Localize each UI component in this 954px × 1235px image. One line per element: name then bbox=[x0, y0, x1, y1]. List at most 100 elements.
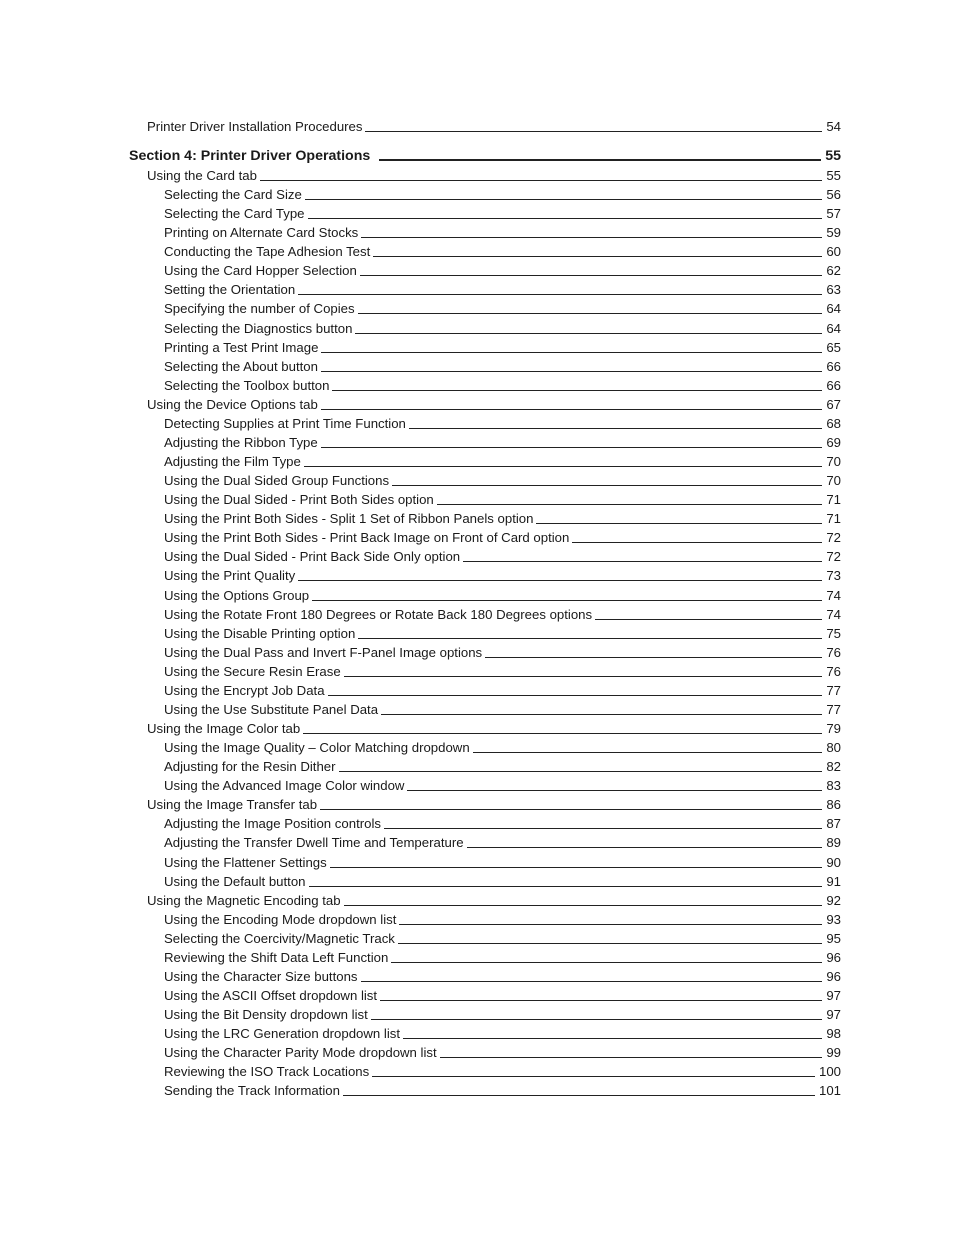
toc-entry[interactable]: Selecting the Diagnostics button 64 bbox=[164, 318, 841, 337]
toc-entry[interactable]: Adjusting for the Resin Dither 82 bbox=[164, 756, 841, 775]
toc-entry[interactable]: Using the Print Both Sides - Print Back … bbox=[164, 527, 841, 546]
toc-entry[interactable]: Specifying the number of Copies 64 bbox=[164, 298, 841, 317]
toc-leader-line bbox=[360, 980, 823, 982]
toc-leader-line bbox=[372, 1075, 815, 1077]
toc-entry-title: Selecting the About button bbox=[164, 359, 318, 374]
toc-entry[interactable]: Using the Default button 91 bbox=[164, 871, 841, 890]
toc-leader-line bbox=[332, 389, 823, 391]
toc-entry-title: Using the Bit Density dropdown list bbox=[164, 1007, 368, 1022]
toc-entry[interactable]: Selecting the Card Type 57 bbox=[164, 203, 841, 222]
toc-page-number: 67 bbox=[826, 397, 841, 412]
toc-page-number: 99 bbox=[826, 1045, 841, 1060]
toc-entry[interactable]: Adjusting the Image Position controls 87 bbox=[164, 813, 841, 832]
toc-entry[interactable]: Using the Image Color tab 79 bbox=[147, 718, 841, 737]
toc-entry[interactable]: Selecting the Toolbox button 66 bbox=[164, 375, 841, 394]
toc-page-number: 72 bbox=[826, 530, 841, 545]
toc-page-number: 79 bbox=[826, 721, 841, 736]
toc-leader-line bbox=[391, 961, 823, 963]
toc-entry[interactable]: Adjusting the Film Type 70 bbox=[164, 451, 841, 470]
toc-leader-line bbox=[329, 866, 823, 868]
toc-page-number: 72 bbox=[826, 549, 841, 564]
toc-entry[interactable]: Using the ASCII Offset dropdown list 97 bbox=[164, 985, 841, 1004]
toc-entry[interactable]: Setting the Orientation 63 bbox=[164, 279, 841, 298]
toc-page-number: 70 bbox=[826, 454, 841, 469]
toc-entry[interactable]: Selecting the Card Size 56 bbox=[164, 184, 841, 203]
toc-entry[interactable]: Printing on Alternate Card Stocks 59 bbox=[164, 222, 841, 241]
toc-entry-title: Using the Encoding Mode dropdown list bbox=[164, 912, 397, 927]
toc-page-number: 96 bbox=[826, 969, 841, 984]
toc-entry[interactable]: Using the Image Quality – Color Matching… bbox=[164, 737, 841, 756]
toc-entry[interactable]: Reviewing the ISO Track Locations 100 bbox=[164, 1061, 841, 1080]
toc-entry-title: Conducting the Tape Adhesion Test bbox=[164, 244, 371, 259]
toc-page-number: 87 bbox=[826, 816, 841, 831]
toc-entry[interactable]: Using the Rotate Front 180 Degrees or Ro… bbox=[164, 604, 841, 623]
toc-page-number: 55 bbox=[826, 168, 841, 183]
toc-page-number: 95 bbox=[826, 931, 841, 946]
toc-entry-title: Sending the Track Information bbox=[164, 1083, 340, 1098]
toc-entry[interactable]: Using the Card Hopper Selection 62 bbox=[164, 260, 841, 279]
toc-page-number: 54 bbox=[826, 119, 841, 134]
toc-entry-title: Using the Character Size buttons bbox=[164, 969, 358, 984]
toc-entry[interactable]: Selecting the Coercivity/Magnetic Track 9… bbox=[164, 928, 841, 947]
toc-entry[interactable]: Using the Encrypt Job Data 77 bbox=[164, 680, 841, 699]
toc-entry[interactable]: Using the Print Both Sides - Split 1 Set… bbox=[164, 508, 841, 527]
toc-entry[interactable]: Printer Driver Installation Procedures 54 bbox=[147, 116, 841, 135]
toc-page-number: 101 bbox=[818, 1083, 841, 1098]
toc-entry-title: Section 4: Printer Driver Operations bbox=[129, 148, 371, 164]
toc-page-number: 74 bbox=[826, 607, 841, 622]
toc-entry[interactable]: Reviewing the Shift Data Left Function 96 bbox=[164, 947, 841, 966]
toc-entry[interactable]: Using the Flattener Settings 90 bbox=[164, 852, 841, 871]
toc-entry[interactable]: Using the Magnetic Encoding tab 92 bbox=[147, 890, 841, 909]
toc-page-number: 66 bbox=[826, 378, 841, 393]
toc-entry[interactable]: Using the Dual Pass and Invert F-Panel I… bbox=[164, 642, 841, 661]
toc-page-number: 69 bbox=[826, 435, 841, 450]
toc-page-number: 83 bbox=[826, 778, 841, 793]
toc-entry[interactable]: Adjusting the Ribbon Type 69 bbox=[164, 432, 841, 451]
toc-entry[interactable]: Adjusting the Transfer Dwell Time and Te… bbox=[164, 832, 841, 851]
toc-leader-line bbox=[383, 827, 823, 829]
toc-entry[interactable]: Selecting the About button 66 bbox=[164, 356, 841, 375]
toc-entry-title: Selecting the Toolbox button bbox=[164, 378, 330, 393]
toc-page-number: 56 bbox=[826, 187, 841, 202]
toc-entry-title: Adjusting for the Resin Dither bbox=[164, 759, 336, 774]
toc-entry[interactable]: Using the LRC Generation dropdown list 98 bbox=[164, 1023, 841, 1042]
toc-entry[interactable]: Detecting Supplies at Print Time Functio… bbox=[164, 413, 841, 432]
toc-entry[interactable]: Using the Image Transfer tab 86 bbox=[147, 794, 841, 813]
toc-entry[interactable]: Using the Dual Sided - Print Back Side O… bbox=[164, 546, 841, 565]
toc-entry-title: Using the Default button bbox=[164, 874, 306, 889]
toc-page-number: 66 bbox=[826, 359, 841, 374]
toc-entry[interactable]: Using the Use Substitute Panel Data 77 bbox=[164, 699, 841, 718]
toc-leader-line bbox=[379, 158, 822, 161]
toc-entry-title: Printing on Alternate Card Stocks bbox=[164, 225, 359, 240]
toc-leader-line bbox=[320, 408, 823, 410]
toc-page-number: 76 bbox=[826, 645, 841, 660]
toc-entry[interactable]: Using the Secure Resin Erase 76 bbox=[164, 661, 841, 680]
toc-entry[interactable]: Using the Encoding Mode dropdown list 93 bbox=[164, 909, 841, 928]
toc-entry[interactable]: Using the Character Size buttons 96 bbox=[164, 966, 841, 985]
toc-leader-line bbox=[358, 637, 823, 639]
toc-entry[interactable]: Sending the Track Information 101 bbox=[164, 1080, 841, 1099]
toc-entry[interactable]: Using the Dual Sided - Print Both Sides … bbox=[164, 489, 841, 508]
toc-entry-title: Detecting Supplies at Print Time Functio… bbox=[164, 416, 406, 431]
toc-entry[interactable]: Conducting the Tape Adhesion Test 60 bbox=[164, 241, 841, 260]
toc-entry[interactable]: Printing a Test Print Image 65 bbox=[164, 337, 841, 356]
toc-entry[interactable]: Using the Disable Printing option 75 bbox=[164, 623, 841, 642]
toc-page-number: 71 bbox=[826, 492, 841, 507]
toc-entry-title: Using the Dual Sided - Print Both Sides … bbox=[164, 492, 434, 507]
toc-section-heading[interactable]: Section 4: Printer Driver Operations 55 bbox=[129, 145, 841, 164]
toc-entry-title: Reviewing the Shift Data Left Function bbox=[164, 950, 389, 965]
toc-entry[interactable]: Using the Print Quality 73 bbox=[164, 565, 841, 584]
toc-entry[interactable]: Using the Bit Density dropdown list 97 bbox=[164, 1004, 841, 1023]
toc-entry[interactable]: Using the Device Options tab 67 bbox=[147, 394, 841, 413]
toc-entry-title: Using the Card tab bbox=[147, 168, 257, 183]
toc-page-number: 80 bbox=[826, 740, 841, 755]
toc-entry-title: Printing a Test Print Image bbox=[164, 340, 319, 355]
toc-entry[interactable]: Using the Dual Sided Group Functions 70 bbox=[164, 470, 841, 489]
toc-entry[interactable]: Using the Advanced Image Color window 83 bbox=[164, 775, 841, 794]
toc-entry[interactable]: Using the Options Group 74 bbox=[164, 585, 841, 604]
toc-entry-title: Using the Image Quality – Color Matching… bbox=[164, 740, 470, 755]
toc-entry[interactable]: Using the Card tab 55 bbox=[147, 165, 841, 184]
toc-entry[interactable]: Using the Character Parity Mode dropdown… bbox=[164, 1042, 841, 1061]
toc-leader-line bbox=[320, 370, 823, 372]
toc-leader-line bbox=[327, 694, 823, 696]
